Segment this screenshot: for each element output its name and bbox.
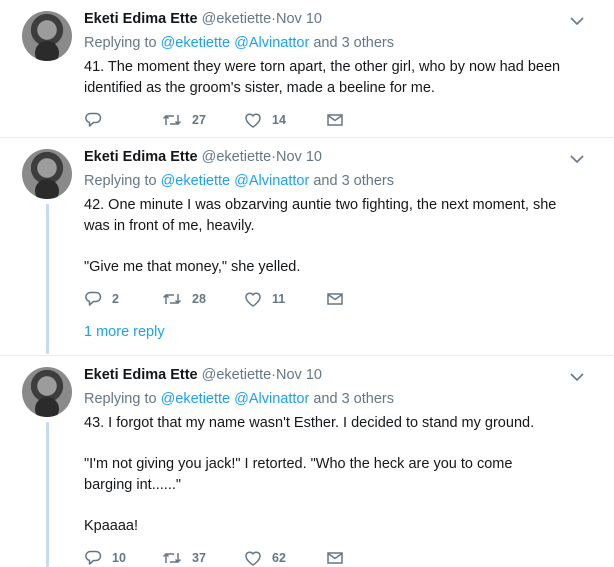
mention-link[interactable]: @eketiette [161,173,231,189]
tweet-actions: 2 28 11 [84,289,384,309]
message-button[interactable] [326,110,344,130]
mention-link[interactable]: @Alvinattor [234,391,309,407]
retweet-icon [162,114,182,126]
chevron-down-icon[interactable] [570,16,584,26]
tweet-paragraph: "I'm not giving you jack!" I retorted. "… [84,456,513,493]
retweet-count: 28 [192,292,206,306]
tweet-paragraph: 41. The moment they were torn apart, the… [84,59,561,96]
tweet-header: Eketi Edima Ette @eketiette·Nov 10 [84,149,322,165]
mention-link[interactable]: @eketiette [161,35,231,51]
envelope-icon [327,552,343,564]
avatar[interactable] [22,149,72,199]
like-count: 62 [272,551,286,565]
replying-to: Replying to @eketiette @Alvinattor and 3… [84,391,394,407]
avatar[interactable] [22,367,72,417]
like-button[interactable]: 11 [244,289,285,309]
like-button[interactable]: 62 [244,548,286,567]
chevron-down-icon[interactable] [570,372,584,382]
author-name[interactable]: Eketi Edima Ette [84,11,198,27]
replying-to: Replying to @eketiette @Alvinattor and 3… [84,173,394,189]
tweet-text: 41. The moment they were torn apart, the… [84,57,584,99]
tweet-header: Eketi Edima Ette @eketiette·Nov 10 [84,11,322,27]
tweet-header: Eketi Edima Ette @eketiette·Nov 10 [84,367,322,383]
retweet-button[interactable]: 27 [162,110,206,130]
retweet-button[interactable]: 37 [162,548,206,567]
mention-link[interactable]: @Alvinattor [234,173,309,189]
tweet-time[interactable]: ·Nov 10 [271,367,322,383]
thread-line [46,422,49,567]
reply-icon [85,291,102,306]
like-button[interactable]: 14 [244,110,286,130]
like-count: 14 [272,113,286,127]
reply-icon [85,112,102,127]
tweet-time[interactable]: ·Nov 10 [271,11,322,27]
tweet-actions: 10 37 62 [84,548,384,567]
replying-to: Replying to @eketiette @Alvinattor and 3… [84,35,394,51]
more-replies-link[interactable]: 1 more reply [84,324,165,340]
tweet-43[interactable]: Eketi Edima Ette @eketiette·Nov 10 Replyi… [0,356,614,567]
author-name[interactable]: Eketi Edima Ette [84,367,198,383]
author-handle[interactable]: @eketiette [202,11,272,27]
reply-button[interactable]: 10 [84,548,126,567]
retweet-count: 37 [192,551,206,565]
tweet-paragraph: Kpaaaa! [84,518,139,534]
envelope-icon [327,114,343,126]
envelope-icon [327,293,343,305]
heart-icon [245,113,261,128]
tweet-paragraph: "Give me that money," she yelled. [84,259,301,275]
tweet-paragraph: 42. One minute I was obzarving auntie tw… [84,197,557,234]
tweet-42[interactable]: Eketi Edima Ette @eketiette·Nov 10 Replyi… [0,138,614,355]
heart-icon [245,292,261,307]
message-button[interactable] [326,289,344,309]
mention-link[interactable]: @Alvinattor [234,35,309,51]
reply-count: 10 [112,551,126,565]
heart-icon [245,551,261,566]
reply-button[interactable] [84,110,112,130]
tweet-text: 42. One minute I was obzarving auntie tw… [84,195,584,278]
retweet-count: 27 [192,113,206,127]
author-handle[interactable]: @eketiette [202,149,272,165]
retweet-icon [162,552,182,564]
tweet-time[interactable]: ·Nov 10 [271,149,322,165]
like-count: 11 [272,292,286,306]
retweet-icon [162,293,182,305]
author-handle[interactable]: @eketiette [202,367,272,383]
tweet-paragraph: 43. I forgot that my name wasn't Esther.… [84,415,535,431]
tweet-41[interactable]: Eketi Edima Ette @eketiette·Nov 10 Replyi… [0,0,614,137]
tweet-text: 43. I forgot that my name wasn't Esther.… [84,413,554,537]
reply-button[interactable]: 2 [84,289,119,309]
avatar[interactable] [22,11,72,61]
message-button[interactable] [326,548,344,567]
author-name[interactable]: Eketi Edima Ette [84,149,198,165]
tweet-actions: 27 14 [84,110,384,130]
mention-link[interactable]: @eketiette [161,391,231,407]
chevron-down-icon[interactable] [570,154,584,164]
reply-icon [85,550,102,565]
thread-dots [45,320,50,338]
reply-count: 2 [112,292,119,306]
retweet-button[interactable]: 28 [162,289,206,309]
